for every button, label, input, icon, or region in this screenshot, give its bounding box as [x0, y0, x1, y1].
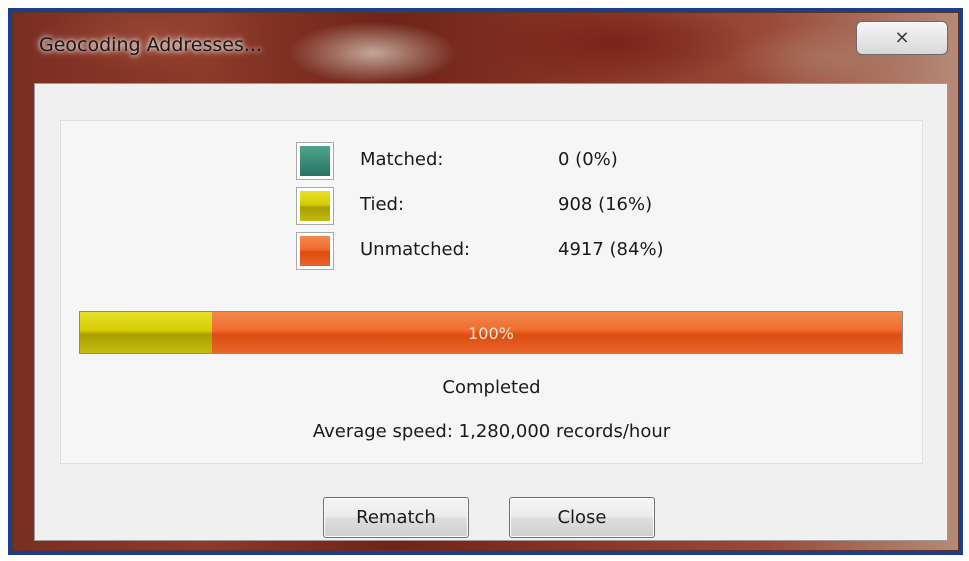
- unmatched-value: 4917 (84%): [558, 239, 664, 260]
- screenshot-frame: Geocoding Addresses... ⨯ Matched: 0 (0%)…: [8, 8, 963, 555]
- title-bar[interactable]: Geocoding Addresses... ⨯: [13, 13, 958, 75]
- average-speed-text: Average speed: 1,280,000 records/hour: [312, 421, 671, 442]
- window-title: Geocoding Addresses...: [39, 34, 262, 56]
- dialog-body: Matched: 0 (0%) Tied: 908 (16%) Unmatche…: [34, 83, 948, 541]
- matched-value: 0 (0%): [558, 149, 618, 170]
- progress-percent: 100%: [468, 324, 514, 343]
- tied-color-swatch: [296, 187, 334, 225]
- results-panel: Matched: 0 (0%) Tied: 908 (16%) Unmatche…: [60, 120, 923, 464]
- close-button[interactable]: Close: [509, 497, 655, 538]
- status-text: Completed: [442, 377, 541, 398]
- matched-color-swatch: [296, 142, 334, 180]
- close-icon: ⨯: [894, 27, 910, 48]
- rematch-button[interactable]: Rematch: [323, 497, 469, 538]
- unmatched-label: Unmatched:: [360, 239, 471, 260]
- matched-label: Matched:: [360, 149, 444, 170]
- legend-row-matched: Matched: 0 (0%): [296, 142, 796, 180]
- tied-label: Tied:: [360, 194, 405, 215]
- legend-row-unmatched: Unmatched: 4917 (84%): [296, 232, 796, 270]
- geocoding-dialog: Geocoding Addresses... ⨯ Matched: 0 (0%)…: [12, 12, 959, 551]
- legend-row-tied: Tied: 908 (16%): [296, 187, 796, 225]
- progress-bar: 100%: [79, 311, 903, 354]
- window-close-button[interactable]: ⨯: [856, 21, 948, 55]
- unmatched-color-swatch: [296, 232, 334, 270]
- tied-value: 908 (16%): [558, 194, 653, 215]
